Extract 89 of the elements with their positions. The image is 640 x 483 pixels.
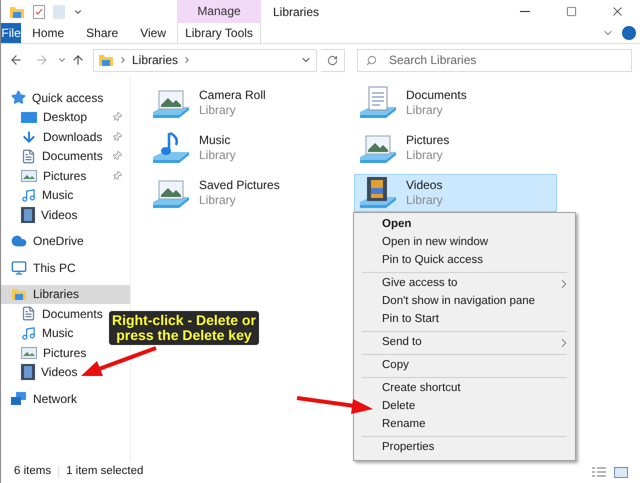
document-icon	[21, 148, 36, 164]
ribbon-tab[interactable]: Library Tools	[177, 23, 261, 43]
ribbon-tab[interactable]: Home	[21, 23, 76, 43]
menu-item[interactable]: Copy	[378, 357, 575, 375]
library-name: Music	[199, 133, 232, 148]
picture-icon	[21, 170, 37, 182]
library-name: Videos	[406, 178, 443, 193]
menu-item[interactable]: Send to	[378, 334, 575, 352]
maximize-icon	[566, 6, 576, 18]
library-tile[interactable]: Documents Library	[354, 84, 557, 122]
nav-item[interactable]: OneDrive	[1, 232, 92, 251]
library-tile[interactable]: Camera Roll Library	[147, 84, 350, 122]
nav-item[interactable]: Downloads	[1, 127, 130, 146]
film-icon	[21, 206, 35, 223]
library-drawing	[358, 85, 398, 121]
nav-item[interactable]: Libraries	[1, 284, 130, 304]
library-type: Library	[199, 148, 236, 163]
details-view-icon[interactable]	[592, 466, 606, 478]
music-note-icon	[21, 188, 36, 203]
library-name: Documents	[406, 88, 467, 103]
refresh-icon	[327, 54, 338, 66]
callout-text: Right-click - Delete or press the Delete key	[109, 311, 259, 345]
library-name: Camera Roll	[199, 88, 266, 103]
selection-status: 1 item selected	[66, 464, 144, 480]
address-path[interactable]: Libraries	[132, 51, 178, 69]
ribbon-tab[interactable]: File	[1, 23, 22, 43]
search-icon	[366, 54, 377, 66]
menu-item[interactable]: Open	[378, 216, 575, 234]
item-count: 6 items	[14, 464, 52, 480]
nav-item[interactable]: Pictures	[1, 166, 130, 186]
up-icon[interactable]	[71, 53, 85, 67]
ribbon-tab[interactable]: View	[129, 23, 177, 43]
nav-item[interactable]: Desktop	[1, 108, 130, 127]
refresh-button[interactable]	[321, 48, 345, 72]
menu-item[interactable]: Create shortcut	[378, 380, 575, 398]
nav-item[interactable]: Documents	[1, 304, 111, 324]
library-folder-icon	[98, 52, 114, 68]
nav-item[interactable]: Pictures	[1, 343, 94, 362]
nav-item[interactable]: Network	[1, 389, 86, 408]
menu-item[interactable]: Rename	[378, 416, 575, 434]
nav-item[interactable]: Videos	[1, 205, 86, 224]
menu-item[interactable]: Don't show in navigation pane	[378, 293, 575, 311]
window-title: Libraries	[273, 4, 320, 21]
nav-item[interactable]: Quick access	[1, 88, 112, 108]
search-input[interactable]: Search Libraries	[389, 51, 623, 69]
menu-item[interactable]: Delete	[378, 398, 575, 416]
search-field[interactable]: Search Libraries	[357, 48, 632, 72]
nav-item[interactable]: Documents	[1, 146, 130, 166]
library-type: Library	[199, 103, 237, 118]
back-icon[interactable]	[9, 53, 23, 67]
minimize-icon	[520, 11, 530, 12]
menu-item[interactable]: Properties	[378, 439, 575, 457]
address-bar[interactable]: Libraries	[93, 48, 317, 72]
library-type: Library	[406, 193, 443, 208]
library-name: Saved Pictures	[199, 178, 280, 193]
document-icon	[21, 306, 36, 322]
context-tab-group: Manage	[177, 0, 261, 24]
library-drawing	[151, 130, 191, 166]
library-type: Library	[406, 148, 444, 163]
library-tile[interactable]: Music Library	[147, 129, 350, 167]
library-type: Library	[199, 193, 237, 208]
large-icons-view-icon[interactable]	[614, 466, 628, 478]
library-tile[interactable]: Saved Pictures Library	[147, 174, 350, 212]
cloud-icon	[11, 233, 27, 250]
nav-item[interactable]: Videos	[1, 362, 86, 382]
picture-icon	[21, 346, 37, 359]
ribbon-tab[interactable]: Share	[75, 23, 130, 43]
menu-item[interactable]: Pin to Quick access	[378, 252, 575, 270]
library-type: Library	[406, 103, 444, 118]
menu-item[interactable]: Give access to	[378, 275, 575, 293]
nav-item[interactable]: This PC	[1, 258, 84, 278]
star-icon	[11, 90, 26, 106]
library-name: Pictures	[406, 133, 450, 148]
help-icon[interactable]	[622, 26, 636, 40]
nav-item[interactable]: Music	[1, 324, 82, 343]
library-tile[interactable]: Videos Library	[354, 174, 557, 212]
film-icon	[21, 364, 35, 380]
desktop-icon	[21, 110, 37, 124]
network-icon	[11, 392, 27, 406]
library-tile[interactable]: Pictures Library	[354, 129, 557, 167]
download-icon	[21, 128, 37, 145]
menu-item[interactable]: Open in new window	[378, 234, 575, 252]
properties-icon[interactable]	[33, 4, 45, 19]
monitor-icon	[11, 260, 27, 276]
music-note-icon	[21, 326, 36, 341]
menu-item[interactable]: Pin to Start	[378, 311, 575, 329]
library-folder-icon	[11, 286, 27, 302]
library-drawing	[358, 175, 398, 211]
nav-item[interactable]: Music	[1, 186, 82, 205]
